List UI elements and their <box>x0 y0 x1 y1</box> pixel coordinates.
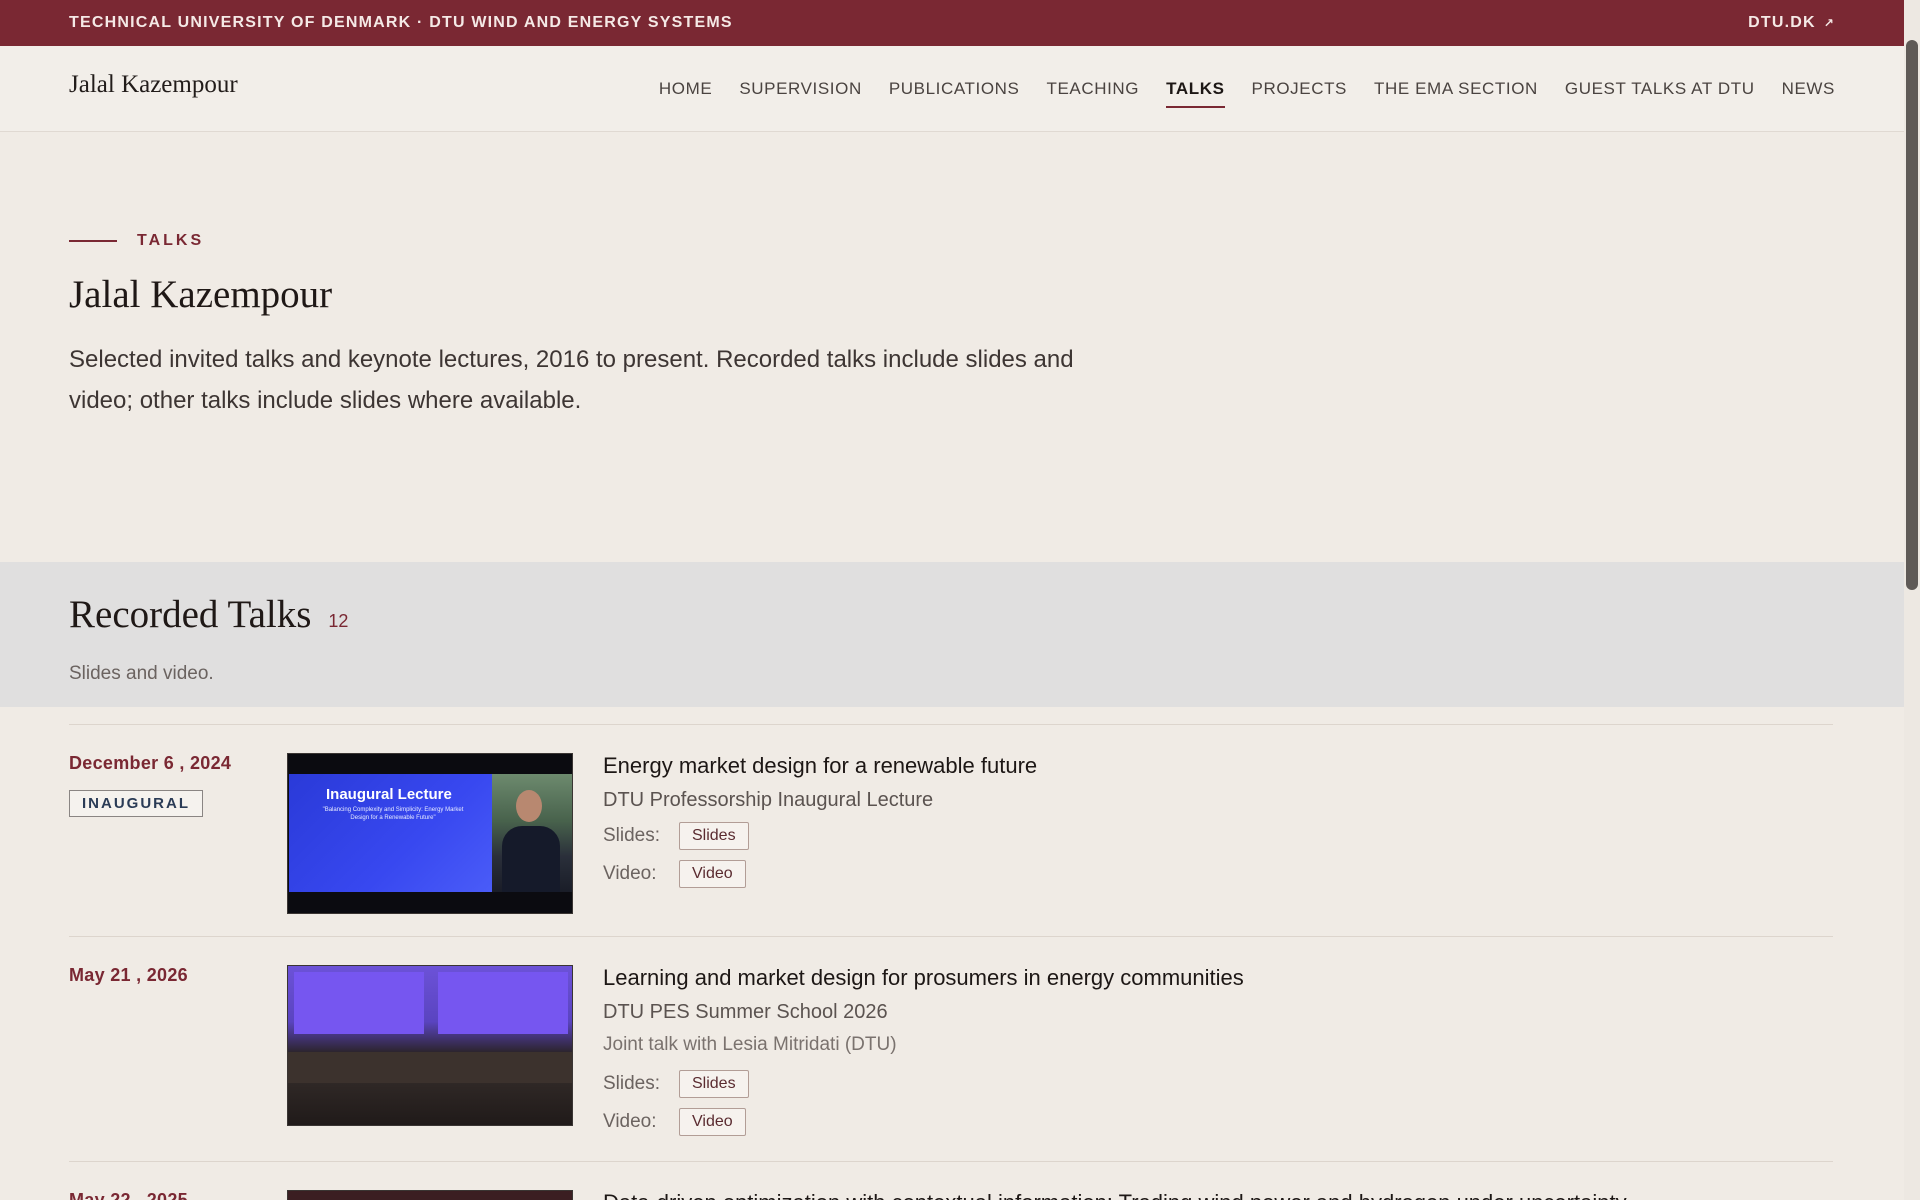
thumbnail-slide-title: Inaugural Lecture <box>326 786 452 803</box>
thumbnail-audience <box>288 1083 572 1125</box>
talk-date: December 6 , 2024 <box>69 753 232 773</box>
section-subtitle: Slides and video. <box>69 663 214 684</box>
dtu-external-link[interactable]: DTU.DK ↗ <box>1748 14 1835 32</box>
page-title: Jalal Kazempour <box>69 273 333 316</box>
talk-date: May 22 , 2025 <box>69 1190 188 1200</box>
talk-thumbnail[interactable] <box>287 1190 573 1200</box>
talk-title[interactable]: Learning and market design for prosumers… <box>603 965 1244 991</box>
thumbnail-speaker-face <box>516 790 542 822</box>
talk-item: May 22 , 2025 Data-driven optimization w… <box>69 1161 1833 1200</box>
talk-thumbnail[interactable]: Inaugural Lecture "Balancing Complexity … <box>287 753 573 914</box>
talk-badge: INAUGURAL <box>69 790 203 817</box>
video-row: Video: Video <box>603 1108 1244 1136</box>
org-label: TECHNICAL UNIVERSITY OF DENMARK · DTU WI… <box>69 14 733 31</box>
video-label: Video: <box>603 1111 657 1132</box>
top-bar: TECHNICAL UNIVERSITY OF DENMARK · DTU WI… <box>0 0 1904 46</box>
eyebrow-rule <box>69 240 117 242</box>
dtu-link-label[interactable]: DTU.DK <box>1748 14 1816 32</box>
nav-item-supervision[interactable]: SUPERVISION <box>739 71 862 107</box>
video-button[interactable]: Video <box>679 1108 746 1136</box>
nav-item-news[interactable]: NEWS <box>1782 71 1835 107</box>
slides-label: Slides: <box>603 1073 661 1094</box>
talk-title[interactable]: Energy market design for a renewable fut… <box>603 753 1037 779</box>
talk-item: December 6 , 2024 INAUGURAL Inaugural Le… <box>69 724 1833 936</box>
nav-item-home[interactable]: HOME <box>659 71 712 107</box>
talk-list: December 6 , 2024 INAUGURAL Inaugural Le… <box>69 724 1833 1200</box>
main-nav: Jalal Kazempour HOME SUPERVISION PUBLICA… <box>0 46 1904 132</box>
slides-button[interactable]: Slides <box>679 1070 749 1098</box>
scrollbar[interactable] <box>1904 0 1920 1200</box>
nav-item-guest-talks[interactable]: GUEST TALKS AT DTU <box>1565 71 1755 107</box>
talk-thumbnail[interactable] <box>287 965 573 1126</box>
video-row: Video: Video <box>603 860 1037 888</box>
eyebrow: TALKS <box>69 232 1169 250</box>
nav-item-ema-section[interactable]: THE EMA SECTION <box>1374 71 1538 107</box>
thumbnail-screen-right <box>438 972 568 1034</box>
scrollbar-thumb[interactable] <box>1906 40 1918 590</box>
page-description: Selected invited talks and keynote lectu… <box>69 346 1074 414</box>
eyebrow-label: TALKS <box>137 232 205 249</box>
thumbnail-slide-subtitle: "Balancing Complexity and Simplicity: En… <box>322 807 464 821</box>
nav-menu: HOME SUPERVISION PUBLICATIONS TEACHING T… <box>659 71 1835 108</box>
nav-item-publications[interactable]: PUBLICATIONS <box>889 71 1020 107</box>
talk-joint-note: Joint talk with Lesia Mitridati (DTU) <box>603 1034 897 1055</box>
section-count: 12 <box>328 611 349 631</box>
video-button[interactable]: Video <box>679 860 746 888</box>
talk-venue: DTU PES Summer School 2026 <box>603 1001 888 1023</box>
talk-item: May 21 , 2026 Learning and market design… <box>69 936 1833 1161</box>
nav-item-teaching[interactable]: TEACHING <box>1046 71 1139 107</box>
thumbnail-screen-left <box>294 972 424 1034</box>
nav-item-projects[interactable]: PROJECTS <box>1252 71 1347 107</box>
external-link-icon: ↗ <box>1823 16 1835 30</box>
site-brand[interactable]: Jalal Kazempour <box>69 71 238 99</box>
video-label: Video: <box>603 863 657 884</box>
nav-item-talks[interactable]: TALKS <box>1166 71 1225 108</box>
recorded-talks-header: Recorded Talks 12 Slides and video. <box>0 562 1904 707</box>
slides-label: Slides: <box>603 825 661 846</box>
slides-button[interactable]: Slides <box>679 822 749 850</box>
slides-row: Slides: Slides <box>603 1070 1244 1098</box>
section-title: Recorded Talks <box>69 593 312 636</box>
thumbnail-speaker-suit <box>502 826 560 892</box>
hero: TALKS Jalal Kazempour Selected invited t… <box>69 232 1169 421</box>
talk-title[interactable]: Data-driven optimization with contextual… <box>603 1190 1627 1200</box>
talk-date: May 21 , 2026 <box>69 965 188 985</box>
talk-venue: DTU Professorship Inaugural Lecture <box>603 789 934 811</box>
slides-row: Slides: Slides <box>603 822 1037 850</box>
